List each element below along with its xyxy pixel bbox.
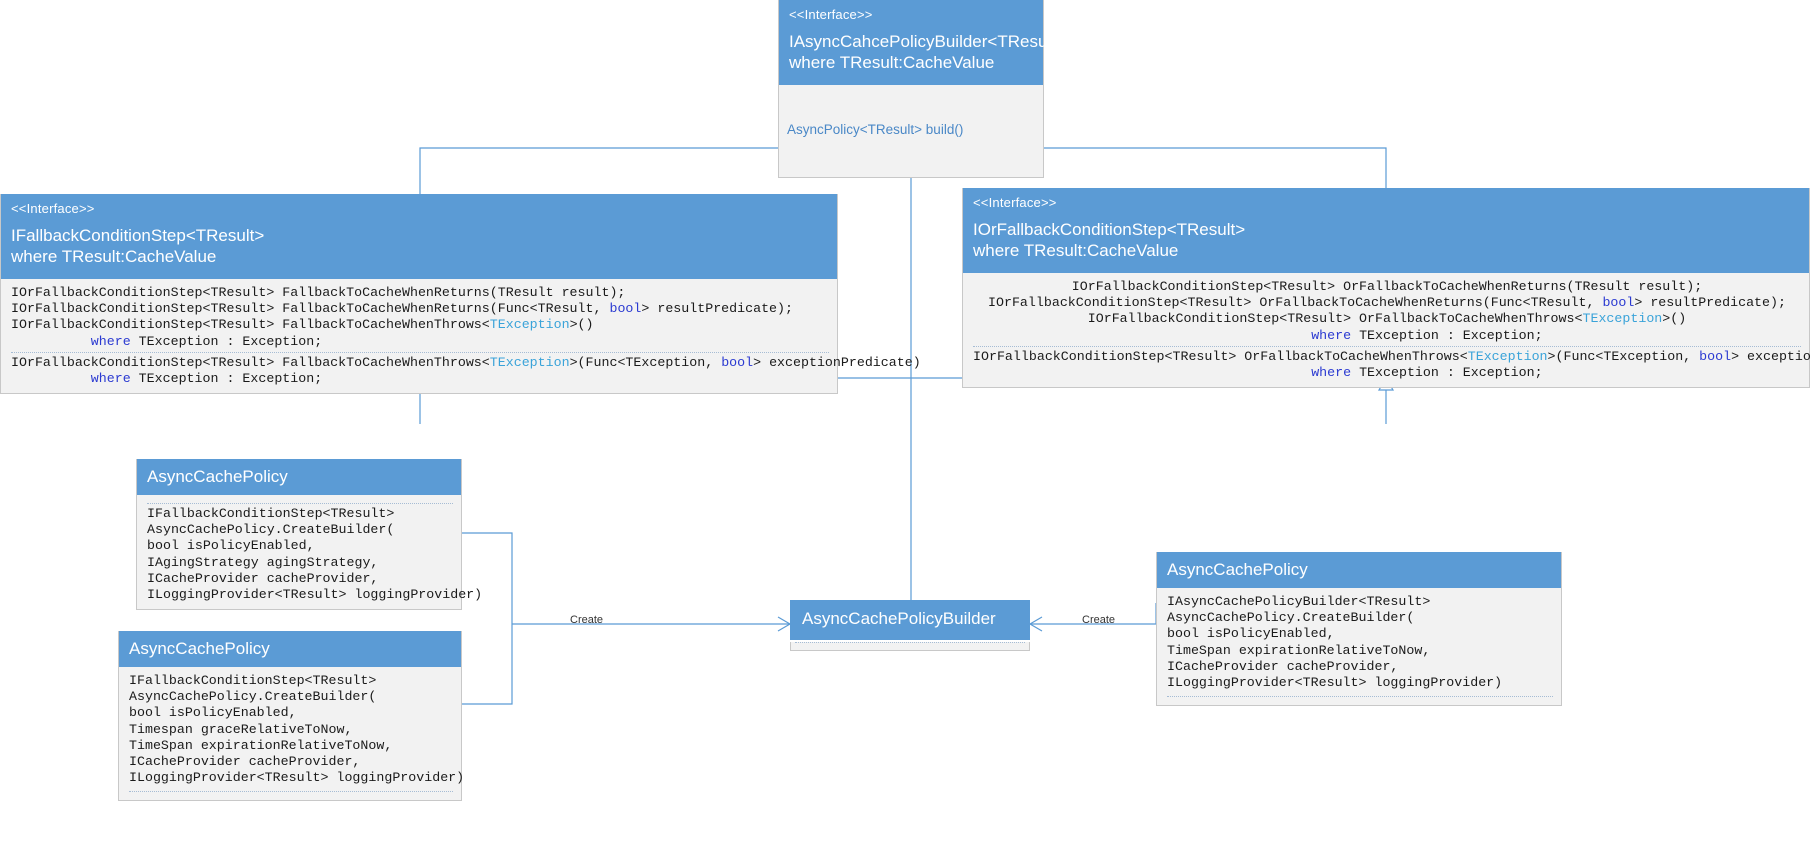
class-members: AsyncPolicy<TResult> build() xyxy=(779,85,1043,178)
member-separator xyxy=(973,345,1801,347)
class-header: <<Interface>> IOrFallbackConditionStep<T… xyxy=(963,188,1809,273)
class-header: AsyncCachePolicy xyxy=(119,631,461,667)
diagram-canvas: <<Interface>> IAsyncCahcePolicyBuilder<T… xyxy=(0,0,1810,844)
class-box-iasynccachepolicybuilder[interactable]: <<Interface>> IAsyncCahcePolicyBuilder<T… xyxy=(778,0,1066,179)
class-members xyxy=(790,642,1030,651)
member-row: bool isPolicyEnabled, xyxy=(1167,626,1335,642)
class-name-label: IAsyncCahcePolicyBuilder<TResult> xyxy=(789,32,1066,51)
member-row: IOrFallbackConditionStep<TResult> Fallba… xyxy=(11,354,921,370)
class-name-label: AsyncCachePolicy xyxy=(129,639,270,658)
member-row: IOrFallbackConditionStep<TResult> Fallba… xyxy=(11,285,626,300)
class-header: AsyncCachePolicyBuilder xyxy=(790,600,1030,640)
member-separator xyxy=(1167,696,1553,698)
class-header: AsyncCachePolicy xyxy=(1157,552,1561,588)
member-row: ILoggingProvider<TResult> loggingProvide… xyxy=(1167,675,1503,691)
member-row: IFallbackConditionStep<TResult> xyxy=(129,673,377,688)
member-row: Timespan graceRelativeToNow, xyxy=(129,721,353,737)
member-row: IFallbackConditionStep<TResult> xyxy=(147,506,395,521)
class-name-label: AsyncCachePolicy xyxy=(147,467,288,486)
member-row: bool isPolicyEnabled, xyxy=(129,705,297,721)
class-box-asynccachepolicy-aging[interactable]: AsyncCachePolicy IFallbackConditionStep<… xyxy=(136,459,483,611)
class-constraint-label: where TResult:CacheValue xyxy=(11,247,217,266)
class-box-iorfallbackconditionstep[interactable]: <<Interface>> IOrFallbackConditionStep<T… xyxy=(962,188,1810,389)
member-row: where TException : Exception; xyxy=(1311,365,1543,381)
member-row: IOrFallbackConditionStep<TResult> Fallba… xyxy=(11,317,594,333)
stereotype-label: <<Interface>> xyxy=(973,195,1057,210)
class-members: IOrFallbackConditionStep<TResult> Fallba… xyxy=(1,279,921,394)
edge-label-create-right: Create xyxy=(1082,614,1116,626)
class-header: <<Interface>> IFallbackConditionStep<TRe… xyxy=(1,194,837,279)
member-row: IOrFallbackConditionStep<TResult> OrFall… xyxy=(988,295,1786,311)
member-separator xyxy=(129,791,453,793)
member-row: where TException : Exception; xyxy=(90,333,323,349)
member-row: IOrFallbackConditionStep<TResult> OrFall… xyxy=(1087,311,1687,327)
edge-label-create-left: Create xyxy=(570,614,604,626)
member-row: TimeSpan expirationRelativeToNow, xyxy=(129,737,393,753)
class-box-asynccachepolicy-expiration[interactable]: AsyncCachePolicy IAsyncCachePolicyBuilde… xyxy=(1156,552,1562,707)
member-row: AsyncCachePolicy.CreateBuilder( xyxy=(147,522,395,538)
class-members: IAsyncCachePolicyBuilder<TResult> AsyncCa… xyxy=(1157,588,1561,706)
class-header: AsyncCachePolicy xyxy=(137,459,461,495)
class-members: IFallbackConditionStep<TResult> AsyncCach… xyxy=(137,495,483,610)
member-separator xyxy=(147,503,453,504)
member-row: where TException : Exception; xyxy=(90,371,323,387)
class-members: IFallbackConditionStep<TResult> AsyncCach… xyxy=(119,667,465,801)
member-row: AsyncCachePolicy.CreateBuilder( xyxy=(129,689,377,705)
member-row: ICacheProvider cacheProvider, xyxy=(147,570,379,586)
stereotype-label: <<Interface>> xyxy=(11,201,95,216)
member-row: where TException : Exception; xyxy=(1311,327,1543,343)
member-row: IAsyncCachePolicyBuilder<TResult> xyxy=(1167,594,1431,609)
member-row: ILoggingProvider<TResult> loggingProvide… xyxy=(129,770,465,786)
class-box-asynccachepolicy-grace[interactable]: AsyncCachePolicy IFallbackConditionStep<… xyxy=(118,631,465,802)
class-box-asynccachepolicybuilder[interactable]: AsyncCachePolicyBuilder xyxy=(790,600,1030,651)
create-arrowhead-right xyxy=(1028,616,1043,632)
link-left-policies-join xyxy=(462,532,513,705)
class-members: IOrFallbackConditionStep<TResult> OrFall… xyxy=(963,273,1810,388)
create-arrowhead-left xyxy=(777,616,792,632)
stereotype-label: <<Interface>> xyxy=(789,7,873,22)
member-row: AsyncCachePolicy.CreateBuilder( xyxy=(1167,610,1415,626)
member-row: ILoggingProvider<TResult> loggingProvide… xyxy=(147,587,483,603)
member-row: ICacheProvider cacheProvider, xyxy=(1167,658,1399,674)
class-name-label: AsyncCachePolicyBuilder xyxy=(802,609,996,628)
member-separator xyxy=(11,351,829,353)
class-name-label: AsyncCachePolicy xyxy=(1167,560,1308,579)
class-name-label: IOrFallbackConditionStep<TResult> xyxy=(973,220,1246,239)
member-row: ICacheProvider cacheProvider, xyxy=(129,754,361,770)
member-row: IOrFallbackConditionStep<TResult> OrFall… xyxy=(973,348,1810,364)
member-build-method: AsyncPolicy<TResult> build() xyxy=(787,122,964,138)
member-row: IOrFallbackConditionStep<TResult> Fallba… xyxy=(11,301,793,317)
class-header: <<Interface>> IAsyncCahcePolicyBuilder<T… xyxy=(779,0,1066,85)
member-separator xyxy=(795,642,1025,643)
class-constraint-label: where TResult:CacheValue xyxy=(973,241,1179,260)
member-row: IOrFallbackConditionStep<TResult> OrFall… xyxy=(1071,279,1703,294)
class-constraint-label: where TResult:CacheValue xyxy=(789,53,995,72)
class-name-label: IFallbackConditionStep<TResult> xyxy=(11,226,265,245)
member-row: IAgingStrategy agingStrategy, xyxy=(147,554,379,570)
member-row: TimeSpan expirationRelativeToNow, xyxy=(1167,642,1431,658)
class-box-ifallbackconditionstep[interactable]: <<Interface>> IFallbackConditionStep<TRe… xyxy=(0,194,921,395)
member-row: bool isPolicyEnabled, xyxy=(147,538,315,554)
